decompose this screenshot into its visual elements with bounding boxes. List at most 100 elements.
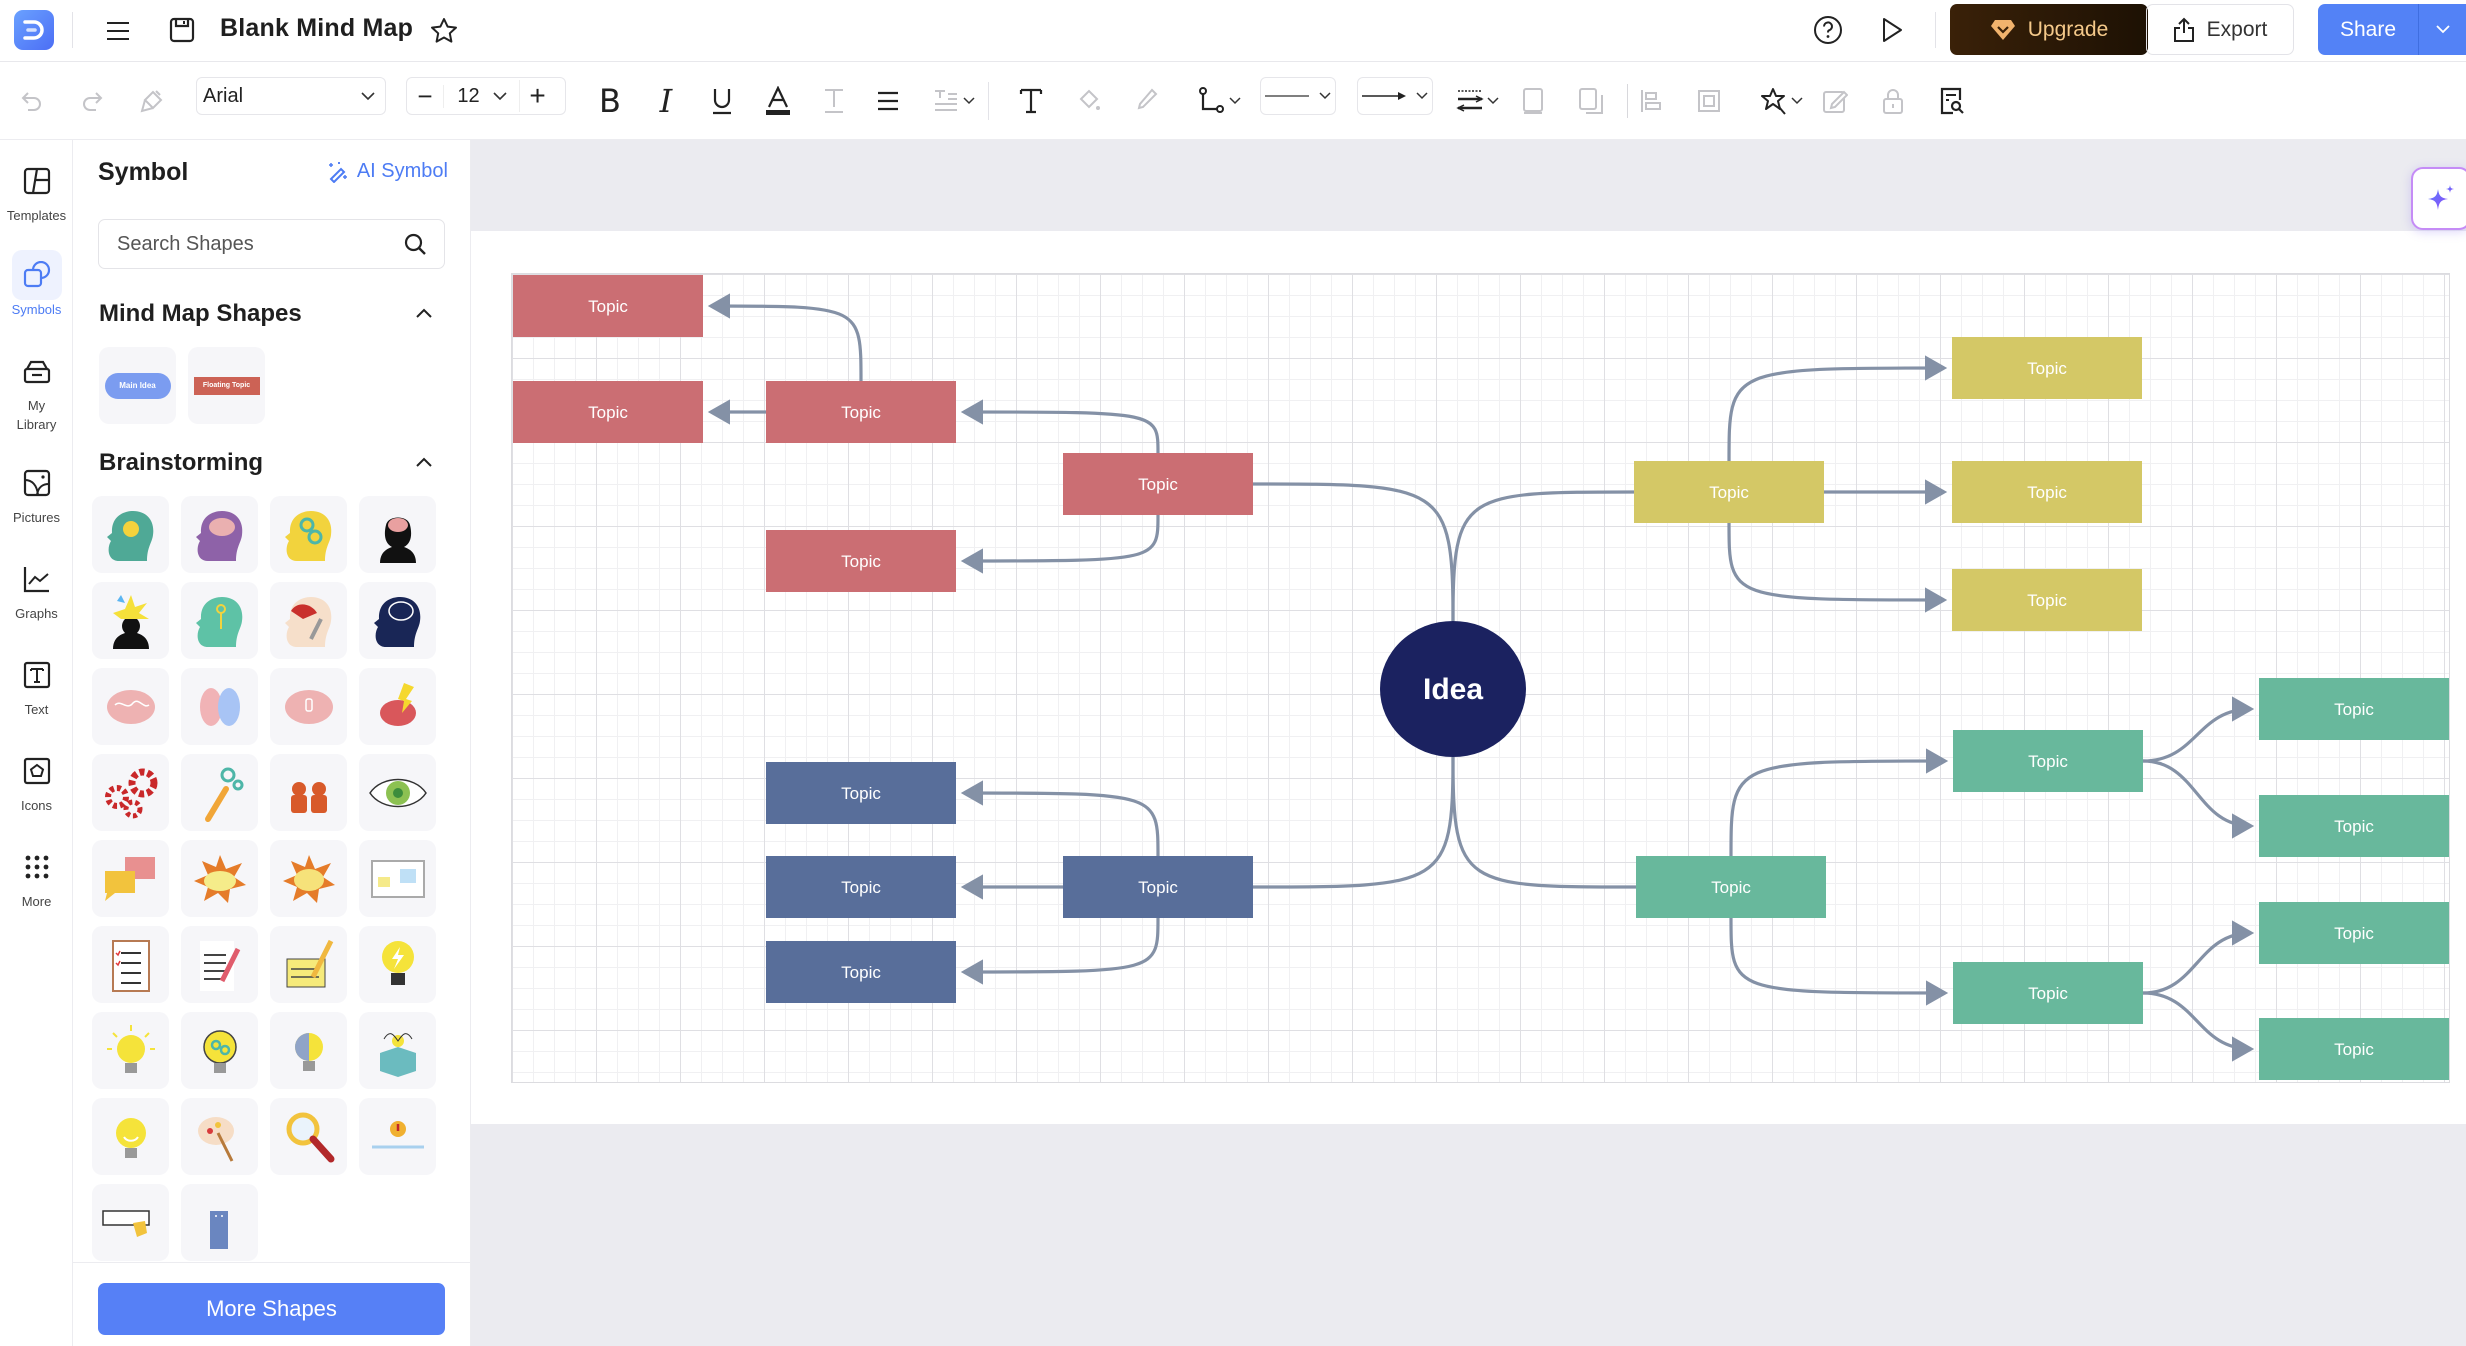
shape-head-key[interactable] — [181, 582, 258, 659]
blue-subtopic[interactable]: Topic — [766, 762, 956, 824]
fill-icon[interactable] — [1071, 81, 1107, 121]
group-icon[interactable] — [1691, 81, 1727, 121]
green-subtopic[interactable]: Topic — [1953, 730, 2143, 792]
shape-eye-target[interactable] — [359, 754, 436, 831]
shape-head-puzzle[interactable] — [270, 582, 347, 659]
font-size-decrease-button[interactable]: − — [407, 81, 443, 112]
shape-people-talking[interactable] — [270, 754, 347, 831]
green-subtopic-child[interactable]: Topic — [2259, 678, 2449, 740]
font-color-icon[interactable] — [760, 81, 796, 121]
shape-main-idea[interactable]: Main Idea — [99, 347, 176, 424]
search-icon[interactable] — [404, 233, 426, 255]
connector-line[interactable] — [960, 399, 1160, 454]
connector-line[interactable] — [960, 917, 1160, 985]
connector-line[interactable] — [2142, 759, 2255, 839]
shape-head-brain-black[interactable] — [359, 496, 436, 573]
blue-subtopic[interactable]: Topic — [766, 856, 956, 918]
more-shapes-button[interactable]: More Shapes — [98, 1283, 445, 1335]
upgrade-button[interactable]: Upgrade — [1950, 4, 2148, 55]
section-title-mind-map-shapes[interactable]: Mind Map Shapes — [99, 300, 302, 328]
lock-icon[interactable] — [1875, 81, 1911, 121]
green-main-topic[interactable]: Topic — [1636, 856, 1826, 918]
shape-lightbulb-glowing[interactable] — [92, 1012, 169, 1089]
shape-head-explosion[interactable] — [92, 582, 169, 659]
search-shapes-input[interactable] — [117, 232, 404, 256]
shape-wrench-gears[interactable] — [181, 754, 258, 831]
shape-document-pencil[interactable] — [181, 926, 258, 1003]
shape-lightbulb-lightning[interactable] — [359, 926, 436, 1003]
connector-line[interactable] — [2142, 991, 2255, 1062]
shape-explosion-lightbulb[interactable] — [181, 840, 258, 917]
connector-line[interactable] — [960, 780, 1160, 857]
shape-floating-topic[interactable]: Floating Topic — [188, 347, 265, 424]
blue-main-topic[interactable]: Topic — [1063, 856, 1253, 918]
green-subtopic-child[interactable]: Topic — [2259, 902, 2449, 964]
rail-item-templates[interactable]: Templates — [0, 156, 73, 225]
green-subtopic-child[interactable]: Topic — [2259, 1018, 2449, 1080]
rail-item-icons[interactable]: Icons — [0, 746, 73, 815]
format-painter-icon[interactable] — [134, 81, 170, 121]
chevron-down-icon[interactable] — [493, 91, 507, 101]
connector-line[interactable] — [707, 293, 863, 382]
smart-style-dropdown[interactable] — [1757, 81, 1807, 121]
connector-line[interactable] — [1252, 482, 1455, 622]
shape-brain-pink[interactable] — [92, 668, 169, 745]
shape-lightbulb-smile[interactable] — [92, 1098, 169, 1175]
arrow-style-select[interactable] — [1357, 77, 1433, 115]
yellow-subtopic[interactable]: Topic — [1952, 569, 2142, 631]
underline-icon[interactable] — [704, 81, 740, 121]
rail-item-my-library[interactable]: My Library — [0, 346, 73, 434]
font-size-value[interactable]: 12 — [443, 84, 493, 108]
line-color-icon[interactable] — [1128, 81, 1164, 121]
shape-lightbulb-gears[interactable] — [181, 1012, 258, 1089]
rail-item-graphs[interactable]: Graphs — [0, 554, 73, 623]
undo-icon[interactable] — [14, 81, 50, 121]
shape-clipboard-checklist[interactable] — [92, 926, 169, 1003]
shape-speech-bubbles[interactable] — [92, 840, 169, 917]
shape-sign-hand[interactable] — [92, 1184, 169, 1261]
send-back-icon[interactable] — [1573, 81, 1609, 121]
collapse-chevron-up-icon[interactable] — [416, 308, 432, 318]
shape-brain-halves[interactable] — [181, 668, 258, 745]
connector-line[interactable] — [1451, 490, 1635, 622]
font-size-increase-button[interactable]: + — [519, 80, 555, 112]
red-subtopic-child[interactable]: Topic — [513, 275, 703, 337]
text-style-icon[interactable] — [816, 81, 852, 121]
collapse-chevron-up-icon[interactable] — [416, 457, 432, 467]
shape-brain-lightning[interactable] — [359, 668, 436, 745]
shape-explosion-yellow[interactable] — [270, 840, 347, 917]
text-tool-icon[interactable] — [1013, 81, 1049, 121]
connector-line[interactable] — [1727, 522, 1948, 613]
yellow-subtopic[interactable]: Topic — [1952, 461, 2142, 523]
shape-lightbulb-brain[interactable] — [270, 1012, 347, 1089]
shape-magnifying-glass[interactable] — [270, 1098, 347, 1175]
connector-line[interactable] — [1729, 917, 1949, 1006]
shape-head-brain-navy[interactable] — [359, 582, 436, 659]
red-main-topic[interactable]: Topic — [1063, 453, 1253, 515]
hamburger-icon[interactable] — [100, 13, 136, 49]
redo-icon[interactable] — [74, 81, 110, 121]
rail-item-text[interactable]: Text — [0, 650, 73, 719]
rail-item-pictures[interactable]: Pictures — [0, 458, 73, 527]
align-icon[interactable] — [870, 81, 906, 121]
yellow-subtopic[interactable]: Topic — [1952, 337, 2142, 399]
red-subtopic[interactable]: Topic — [766, 530, 956, 592]
central-idea-node[interactable]: Idea — [1380, 621, 1526, 757]
shape-brain-lightbulb[interactable] — [270, 668, 347, 745]
play-icon[interactable] — [1874, 12, 1910, 48]
green-subtopic[interactable]: Topic — [1953, 962, 2143, 1024]
yellow-main-topic[interactable]: Topic — [1634, 461, 1824, 523]
spacing-dropdown[interactable] — [926, 81, 982, 121]
connector-style-dropdown[interactable] — [1195, 81, 1245, 121]
connector-line[interactable] — [1451, 756, 1637, 889]
share-dropdown-chevron-icon[interactable] — [2418, 4, 2466, 55]
app-logo[interactable] — [14, 10, 54, 50]
share-button[interactable]: Share — [2318, 4, 2466, 55]
shape-paint-palette[interactable] — [181, 1098, 258, 1175]
line-style-select[interactable] — [1260, 77, 1336, 115]
edit-icon[interactable] — [1817, 81, 1853, 121]
connector-line[interactable] — [1729, 748, 1949, 857]
connector-line[interactable] — [1727, 355, 1948, 462]
blue-subtopic[interactable]: Topic — [766, 941, 956, 1003]
red-subtopic-child[interactable]: Topic — [513, 381, 703, 443]
